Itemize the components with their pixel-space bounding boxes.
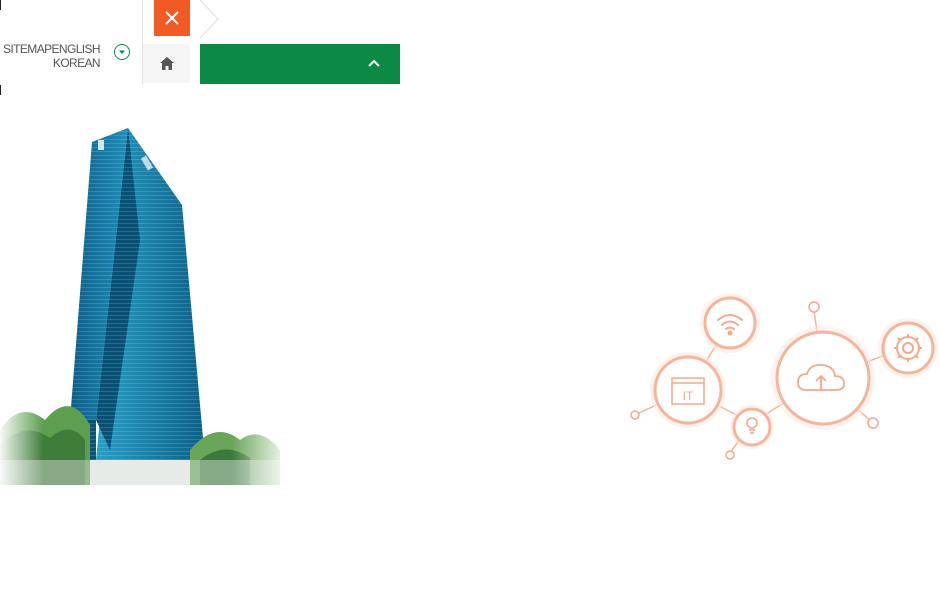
menu-dropdown-bar[interactable] bbox=[200, 44, 400, 84]
korean-link[interactable]: KOREAN bbox=[53, 56, 101, 70]
chevron-up-icon bbox=[368, 59, 380, 67]
bottom-left-marker bbox=[0, 85, 1, 95]
home-icon bbox=[160, 57, 174, 70]
chevron-down-icon bbox=[119, 50, 125, 54]
home-button[interactable] bbox=[143, 44, 190, 83]
it-network-illustration: IT bbox=[630, 293, 938, 460]
headquarters-building-image bbox=[0, 120, 290, 485]
arrow-tab-icon bbox=[199, 0, 219, 38]
english-link[interactable]: ENGLISH bbox=[52, 42, 101, 56]
sitemap-link[interactable]: SITEMAP bbox=[3, 42, 52, 56]
close-icon bbox=[165, 11, 179, 25]
language-dropdown-button[interactable] bbox=[114, 44, 130, 60]
utility-links: SITEMAPENGLISH KOREAN bbox=[0, 42, 101, 70]
it-label: IT bbox=[683, 389, 694, 403]
top-left-marker bbox=[0, 0, 1, 10]
close-button[interactable] bbox=[154, 0, 190, 36]
